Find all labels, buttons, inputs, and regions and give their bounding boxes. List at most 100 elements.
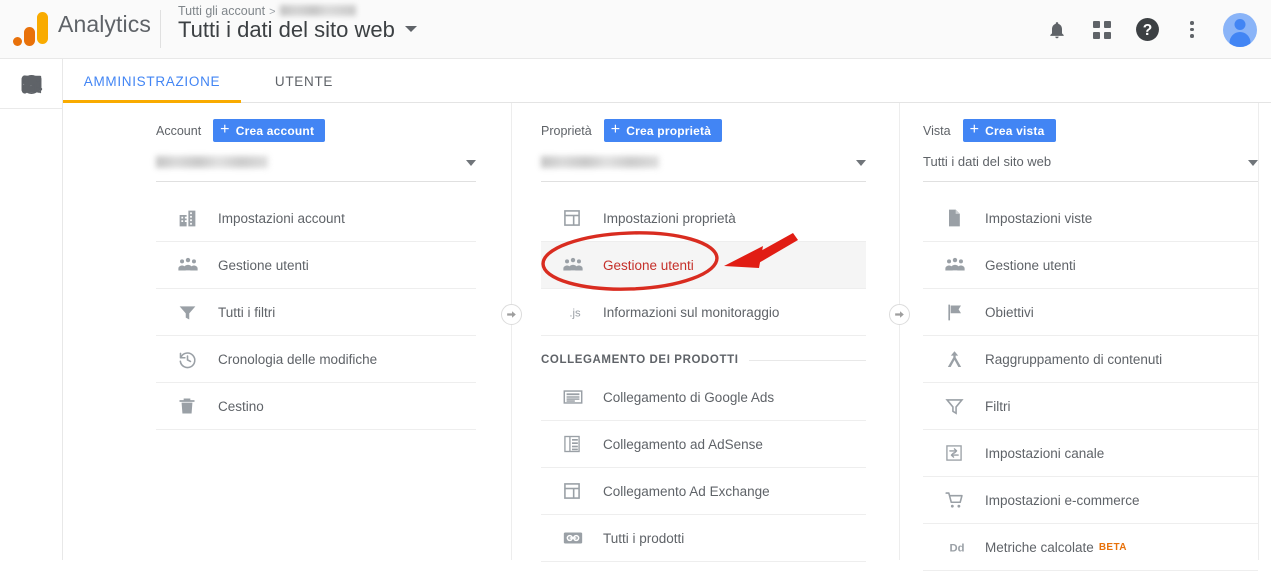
property-selector-redacted-value <box>541 156 659 168</box>
merge-arrow-icon <box>923 349 985 370</box>
view-item-metriche-calcolate[interactable]: Dd Metriche calcolate BETA <box>923 524 1258 571</box>
property-item-label: Collegamento ad AdSense <box>603 436 763 452</box>
account-item-label: Cronologia delle modifiche <box>218 351 378 367</box>
account-menu-list: Impostazioni account Gestione utenti Tut… <box>156 195 476 430</box>
view-item-label: Obiettivi <box>985 304 1034 320</box>
property-item-informazioni-sul-monitoraggio[interactable]: .js Informazioni sul monitoraggio <box>541 289 866 336</box>
building-icon <box>156 208 218 229</box>
chevron-down-icon[interactable] <box>856 160 866 166</box>
view-item-raggruppamento-di-contenuti[interactable]: Raggruppamento di contenuti <box>923 336 1258 383</box>
header-divider <box>160 10 161 48</box>
create-account-button[interactable]: + Crea account <box>213 119 326 142</box>
view-item-label: Filtri <box>985 398 1011 414</box>
property-item-label: Impostazioni proprietà <box>603 210 736 226</box>
js-text-icon: .js <box>541 303 603 321</box>
view-item-filtri[interactable]: Filtri <box>923 383 1258 430</box>
chevron-down-icon[interactable] <box>466 160 476 166</box>
users-group-icon <box>541 254 603 276</box>
account-item-cestino[interactable]: Cestino <box>156 383 476 430</box>
account-selector-redacted-value <box>156 156 268 168</box>
breadcrumb[interactable]: Tutti gli account > <box>178 4 356 18</box>
property-item-collegamento-google-ads[interactable]: Collegamento di Google Ads <box>541 374 866 421</box>
adsense-list-icon <box>541 434 603 454</box>
property-item-tutti-i-prodotti[interactable]: Tutti i prodotti <box>541 515 866 562</box>
column-divider-3 <box>1258 103 1259 560</box>
shopping-cart-icon <box>923 490 985 511</box>
page-title[interactable]: Tutti i dati del sito web <box>178 17 417 43</box>
property-column: Proprietà + Crea proprietà Impostazioni … <box>541 103 866 562</box>
create-account-label: Crea account <box>235 123 315 138</box>
layout-panel-icon <box>541 208 603 228</box>
user-avatar[interactable] <box>1223 12 1257 47</box>
tab-amministrazione[interactable]: AMMINISTRAZIONE <box>63 59 241 103</box>
apps-grid-icon[interactable] <box>1088 16 1116 44</box>
chevron-down-icon[interactable] <box>1248 160 1258 166</box>
analytics-logo <box>10 12 50 46</box>
admin-columns: Account + Crea account Impostazioni acco… <box>63 103 1271 571</box>
funnel-icon <box>923 396 985 417</box>
account-item-cronologia-delle-modifiche[interactable]: Cronologia delle modifiche <box>156 336 476 383</box>
svg-text:Dd: Dd <box>950 542 965 554</box>
property-item-impostazioni-proprieta[interactable]: Impostazioni proprietà <box>541 195 866 242</box>
view-item-label: Impostazioni e-commerce <box>985 492 1140 508</box>
more-vertical-icon[interactable] <box>1178 16 1206 44</box>
logo-bar-tall <box>37 12 48 44</box>
tab-utente[interactable]: UTENTE <box>241 59 367 103</box>
view-column-label: Vista <box>923 123 951 138</box>
channel-arrows-icon <box>923 443 985 463</box>
account-item-label: Tutti i filtri <box>218 304 276 320</box>
view-item-impostazioni-canale[interactable]: Impostazioni canale <box>923 430 1258 477</box>
document-icon <box>923 208 985 228</box>
view-item-label: Impostazioni viste <box>985 210 1093 226</box>
property-selector[interactable] <box>541 154 866 182</box>
page-title-text: Tutti i dati del sito web <box>178 17 395 42</box>
account-column: Account + Crea account Impostazioni acco… <box>156 103 476 430</box>
layout-panel-icon <box>541 481 603 501</box>
admin-tabs: AMMINISTRAZIONE UTENTE <box>63 59 1271 103</box>
help-circle-icon[interactable]: ? <box>1133 16 1161 44</box>
flag-icon <box>923 302 985 323</box>
bell-icon[interactable] <box>1043 16 1071 44</box>
top-app-bar: Analytics Tutti gli account > Tutti i dat… <box>0 0 1271 59</box>
property-column-header: Proprietà + Crea proprietà <box>541 103 866 142</box>
property-item-collegamento-ad-exchange[interactable]: Collegamento Ad Exchange <box>541 468 866 515</box>
create-view-label: Crea vista <box>985 123 1045 138</box>
account-selector[interactable] <box>156 154 476 182</box>
property-item-label: Gestione utenti <box>603 257 694 273</box>
property-item-label: Collegamento di Google Ads <box>603 389 775 405</box>
view-item-impostazioni-e-commerce[interactable]: Impostazioni e-commerce <box>923 477 1258 524</box>
view-item-obiettivi[interactable]: Obiettivi <box>923 289 1258 336</box>
property-item-label: Informazioni sul monitoraggio <box>603 304 780 320</box>
account-column-label: Account <box>156 123 202 138</box>
account-item-tutti-i-filtri[interactable]: Tutti i filtri <box>156 289 476 336</box>
view-selector[interactable]: Tutti i dati del sito web <box>923 154 1258 182</box>
link-chain-icon <box>541 527 603 549</box>
column-divider-1 <box>511 103 512 560</box>
create-property-label: Crea proprietà <box>626 123 712 138</box>
users-group-icon <box>156 254 218 276</box>
view-item-gestione-utenti[interactable]: Gestione utenti <box>923 242 1258 289</box>
create-property-button[interactable]: + Crea proprietà <box>603 119 723 142</box>
account-item-label: Impostazioni account <box>218 210 345 226</box>
account-item-gestione-utenti[interactable]: Gestione utenti <box>156 242 476 289</box>
svg-text:?: ? <box>1142 22 1152 39</box>
logo-dot <box>13 37 22 46</box>
plus-icon: + <box>969 121 980 138</box>
create-view-button[interactable]: + Crea vista <box>962 119 1056 142</box>
breadcrumb-root[interactable]: Tutti gli account <box>178 4 265 18</box>
svg-text:.js: .js <box>569 307 581 319</box>
property-item-collegamento-adsense[interactable]: Collegamento ad AdSense <box>541 421 866 468</box>
ads-lines-icon <box>541 386 603 408</box>
breadcrumb-account-redacted <box>279 5 356 16</box>
account-item-impostazioni-account[interactable]: Impostazioni account <box>156 195 476 242</box>
property-item-label: Tutti i prodotti <box>603 530 685 546</box>
view-item-label: Impostazioni canale <box>985 445 1105 461</box>
property-item-gestione-utenti[interactable]: Gestione utenti <box>541 242 866 289</box>
beta-badge: BETA <box>1098 541 1127 553</box>
chevron-down-icon[interactable] <box>404 26 417 32</box>
view-item-impostazioni-viste[interactable]: Impostazioni viste <box>923 195 1258 242</box>
users-group-icon <box>923 254 985 276</box>
dd-text-icon: Dd <box>923 538 985 556</box>
sidebar-item-conversions[interactable] <box>0 59 63 109</box>
view-item-label: Gestione utenti <box>985 257 1076 273</box>
